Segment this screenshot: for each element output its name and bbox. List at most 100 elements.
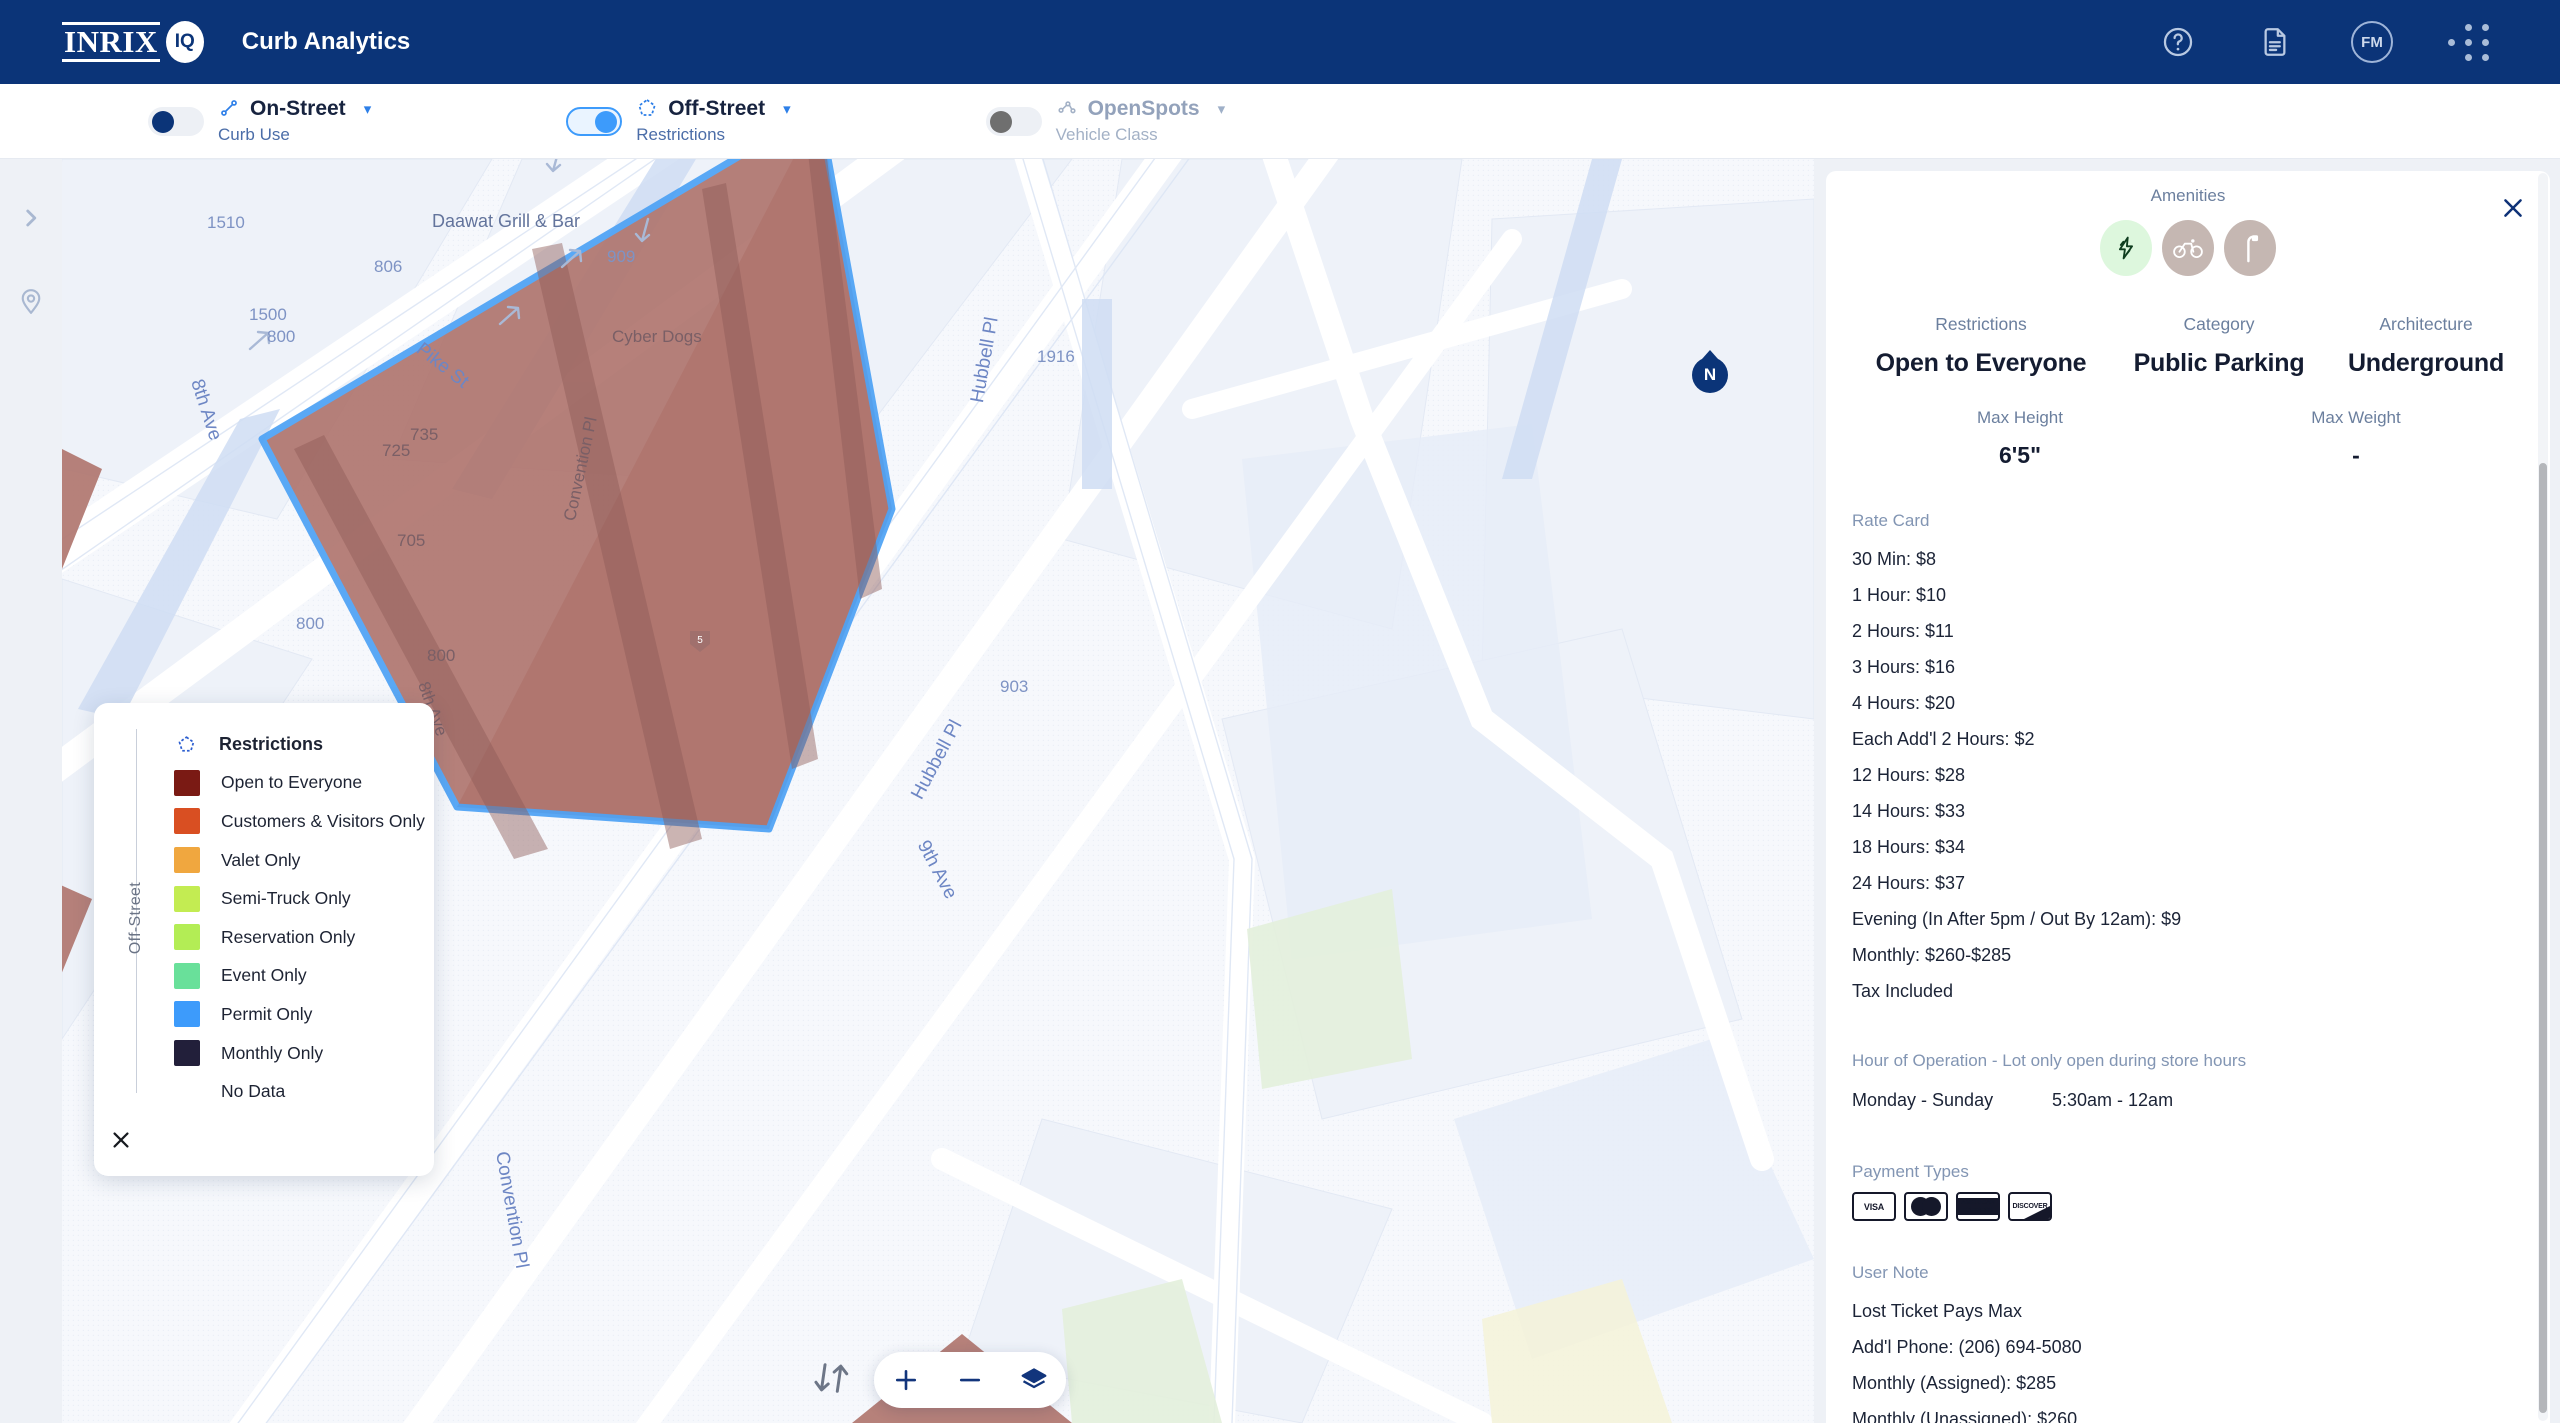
discover-label: DISCOVER [2012, 1203, 2048, 1210]
legend-item-label: Valet Only [221, 849, 301, 870]
legend-axis-label: Off-Street [127, 881, 144, 954]
layer-control-on-street: On-Street ▾ Curb Use [148, 97, 371, 145]
legend-swatch [174, 885, 200, 912]
legend-swatch [174, 962, 200, 989]
rate-card-line: 24 Hours: $37 [1852, 873, 1966, 893]
layer-sublabel-off-street: Restrictions [636, 125, 726, 144]
zoom-in-button[interactable] [874, 1352, 938, 1408]
payment-section: Payment Types VISA mastercard AMERICAN E… [1826, 1162, 2550, 1221]
legend-swatch [174, 769, 200, 796]
attributes-row: Restrictions Open to Everyone Category P… [1826, 314, 2550, 378]
map-legend-panel: Off-Street Restrictions Open to Everyone [94, 703, 434, 1176]
street-light-icon[interactable] [2224, 220, 2276, 276]
legend-item-label: Semi-Truck Only [221, 888, 351, 909]
legend-item-label: Permit Only [221, 1003, 313, 1024]
legend-item-label: Event Only [221, 965, 307, 986]
hours-title: Hour of Operation - Lot only open during… [1852, 1051, 2247, 1070]
rate-card-line: 30 Min: $8 [1852, 549, 1937, 569]
nav-actions: FM [2157, 21, 2490, 63]
user-note-section: User Note Lost Ticket Pays Max Add'l Pho… [1826, 1263, 2550, 1423]
legend-swatch [174, 808, 200, 835]
american-express-icon: AMERICAN EXPRESS [1956, 1192, 2000, 1221]
legend-item[interactable]: Customers & Visitors Only [174, 802, 434, 841]
limit-key: Max Weight [2311, 408, 2401, 427]
rate-card-line: 12 Hours: $28 [1852, 765, 1966, 785]
layer-control-openspots: OpenSpots ▾ Vehicle Class [985, 97, 1226, 145]
legend-items: Restrictions Open to Everyone Customers … [158, 725, 434, 1111]
rate-card-line: Evening (In After 5pm / Out By 12am): $9 [1852, 909, 2182, 929]
toggle-off-street[interactable] [566, 106, 623, 136]
top-navigation-bar: INRIX IQ Curb Analytics FM [0, 0, 2560, 84]
attribute-architecture: Architecture Underground [2328, 314, 2524, 378]
visa-icon: VISA [1852, 1192, 1896, 1221]
legend-item[interactable]: Monthly Only [174, 1034, 434, 1073]
limit-value: 6'5" [1999, 442, 2041, 468]
legend-header-row: Restrictions [174, 725, 434, 764]
ev-charger-icon[interactable] [2100, 220, 2152, 276]
hours-days: Monday - Sunday [1852, 1090, 1994, 1110]
brand[interactable]: INRIX IQ Curb Analytics [62, 21, 410, 63]
chevron-down-icon[interactable]: ▾ [364, 100, 372, 118]
bicycle-icon[interactable] [2162, 220, 2214, 276]
legend-item[interactable]: Permit Only [174, 995, 434, 1034]
inrix-logo: INRIX IQ [62, 21, 204, 63]
rate-card-line: Monthly: $260-$285 [1852, 945, 2012, 965]
user-note-line: Lost Ticket Pays Max [1852, 1301, 2023, 1321]
legend-item[interactable]: Semi-Truck Only [174, 879, 434, 918]
legend-item-label: Reservation Only [221, 926, 356, 947]
legend-item[interactable]: Open to Everyone [174, 764, 434, 803]
legend-item-label: No Data [221, 1081, 286, 1102]
legend-item[interactable]: Valet Only [174, 841, 434, 880]
chevron-down-icon[interactable]: ▾ [783, 100, 791, 118]
limit-key: Max Height [1977, 408, 2063, 427]
help-icon[interactable] [2157, 21, 2199, 63]
legend-item[interactable]: Reservation Only [174, 918, 434, 957]
chevron-right-icon[interactable] [18, 205, 44, 236]
toggle-on-street[interactable] [148, 106, 204, 136]
rotate-map-icon[interactable] [810, 1357, 852, 1404]
polygon-icon [636, 97, 660, 121]
svg-text:5: 5 [697, 635, 703, 646]
grid-menu-icon[interactable] [2447, 21, 2490, 63]
legend-item[interactable]: Event Only [174, 957, 434, 996]
toggle-openspots[interactable] [985, 106, 1042, 136]
rate-card-line: 14 Hours: $33 [1852, 801, 1966, 821]
avatar-initials: FM [2351, 21, 2393, 63]
hours-time: 5:30am - 12am [2052, 1090, 2174, 1110]
panel-scrollbar[interactable] [2538, 173, 2548, 1421]
layers-icon[interactable] [1002, 1352, 1066, 1408]
chevron-down-icon[interactable]: ▾ [1218, 100, 1226, 118]
legend-swatch [174, 1079, 200, 1105]
compass-north-icon[interactable]: N [1692, 357, 1728, 393]
left-rail [0, 159, 62, 1423]
attribute-key: Category [2183, 314, 2255, 334]
rate-card-line: Each Add'l 2 Hours: $2 [1852, 729, 2035, 749]
payment-card-list: VISA mastercard AMERICAN EXPRESS DISCOVE… [1852, 1192, 2524, 1221]
legend-item-label: Open to Everyone [221, 772, 363, 793]
rate-card-line: 4 Hours: $20 [1852, 693, 1956, 713]
legend-item[interactable]: No Data [174, 1072, 434, 1111]
openspots-icon [1056, 97, 1080, 121]
legend-swatch [174, 847, 200, 874]
rate-card-line: 3 Hours: $16 [1852, 657, 1956, 677]
limit-max-weight: Max Weight - [2188, 408, 2524, 469]
avatar[interactable]: FM [2351, 21, 2393, 63]
legend-swatch [174, 1001, 200, 1028]
rate-card-line: 18 Hours: $34 [1852, 837, 1966, 857]
attribute-key: Restrictions [1935, 314, 2027, 334]
close-icon[interactable] [2500, 195, 2526, 226]
rate-card-line: 2 Hours: $11 [1852, 621, 1954, 641]
compass-label: N [1703, 365, 1717, 384]
detail-panel-scroll-area[interactable]: Amenities Restrictions Open to Everyone … [1826, 171, 2550, 1423]
map-pin-icon[interactable] [16, 286, 46, 321]
legend-item-label: Monthly Only [221, 1042, 324, 1063]
amenities-row [1826, 220, 2550, 276]
user-note-line: Add'l Phone: (206) 694-5080 [1852, 1337, 2082, 1357]
limit-value: - [2352, 442, 2360, 468]
legend-swatch [174, 1040, 200, 1067]
document-icon[interactable] [2254, 21, 2296, 63]
scrollbar-thumb[interactable] [2539, 463, 2547, 1413]
attribute-category: Category Public Parking [2110, 314, 2328, 378]
close-icon[interactable] [94, 1111, 434, 1176]
zoom-out-button[interactable] [938, 1352, 1002, 1408]
